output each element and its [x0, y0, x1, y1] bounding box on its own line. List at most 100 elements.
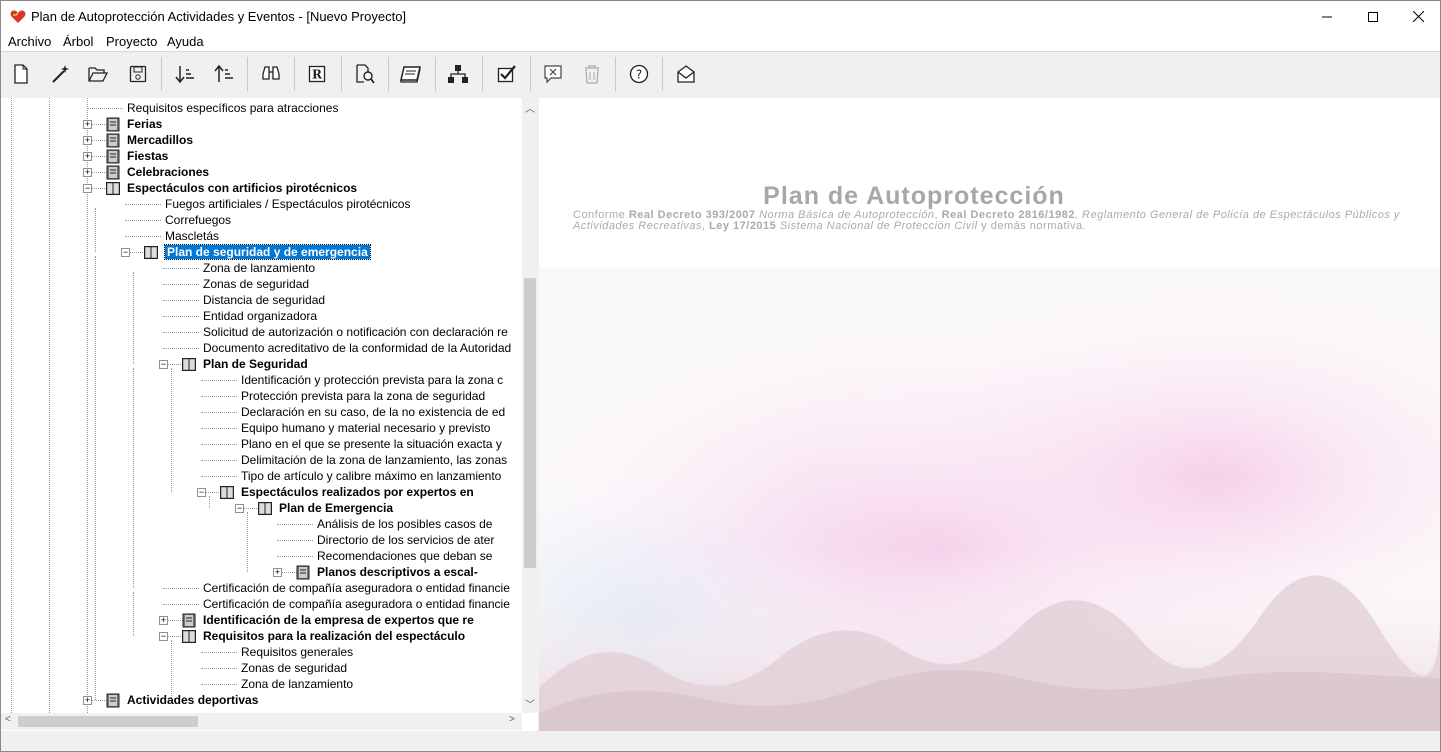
tree-item[interactable]: Equipo humano y material necesario y pre… — [241, 420, 490, 436]
tree-item-label: Declaración en su caso, de la no existen… — [241, 405, 506, 419]
tree-item[interactable]: Zona de lanzamiento — [241, 676, 353, 692]
hierarchy-button[interactable] — [444, 60, 472, 88]
menu-ayuda[interactable]: Ayuda — [167, 34, 204, 49]
menu-archivo[interactable]: Archivo — [8, 34, 51, 49]
tree-item[interactable]: Requisitos para la realización del espec… — [203, 628, 465, 644]
tree-item[interactable]: Requisitos específicos para atracciones — [127, 100, 338, 116]
tree-item[interactable]: Plan de Emergencia — [279, 500, 393, 516]
horizontal-scroll-thumb[interactable] — [18, 716, 198, 727]
tree-item-label: Protección prevista para la zona de segu… — [241, 389, 486, 403]
tree-item[interactable]: Certificación de compañía aseguradora o … — [203, 580, 510, 596]
tree-item-label: Entidad organizadora — [203, 309, 318, 323]
print-preview-icon — [356, 64, 375, 84]
remove-comment-button[interactable] — [539, 60, 567, 88]
collapse-icon[interactable]: − — [235, 504, 244, 513]
book-icon — [400, 66, 421, 83]
tree-item[interactable]: Ferias — [127, 116, 162, 132]
help-button[interactable]: ? — [625, 60, 653, 88]
print-preview-button[interactable] — [351, 60, 379, 88]
tree-item[interactable]: Zona de lanzamiento — [203, 260, 315, 276]
expand-icon[interactable]: + — [83, 152, 92, 161]
new-button[interactable] — [7, 60, 35, 88]
mail-button[interactable] — [672, 60, 700, 88]
tree-item[interactable]: Fuegos artificiales / Espectáculos pirot… — [165, 196, 410, 212]
tree-item[interactable]: Espectáculos con artificios pirotécnicos — [127, 180, 357, 196]
expand-icon[interactable]: + — [159, 616, 168, 625]
tree-item[interactable]: Plan de seguridad y de emergencia — [164, 244, 371, 260]
tree-item[interactable]: Documento acreditativo de la conformidad… — [203, 340, 511, 356]
tree-item[interactable]: Zonas de seguridad — [241, 660, 347, 676]
tree-item[interactable]: Delimitación de la zona de lanzamiento, … — [241, 452, 507, 468]
tree-item-label: Ferias — [127, 117, 163, 131]
scroll-left-icon[interactable]: < — [5, 714, 11, 725]
tree-item[interactable]: Mascletás — [165, 228, 219, 244]
tree-item[interactable]: Plan de Seguridad — [203, 356, 308, 372]
registry-button[interactable]: R — [303, 60, 331, 88]
menu-bar: Archivo Árbol Proyecto Ayuda — [1, 32, 1440, 52]
tree-item[interactable]: Mercadillos — [127, 132, 193, 148]
tree-item[interactable]: Identificación y protección prevista par… — [241, 372, 503, 388]
tree-item[interactable]: Zonas de seguridad — [203, 276, 309, 292]
scroll-up-icon[interactable]: ︿ — [525, 100, 535, 115]
tree-item[interactable]: Análisis de los posibles casos de — [317, 516, 492, 532]
tree-panel[interactable]: Requisitos específicos para atracciones +… — [1, 98, 538, 731]
sort-desc-button[interactable] — [171, 60, 199, 88]
tree-item[interactable]: Correfuegos — [165, 212, 231, 228]
expand-icon[interactable]: + — [273, 568, 282, 577]
minimize-button[interactable] — [1304, 1, 1350, 32]
tree-item[interactable]: Distancia de seguridad — [203, 292, 325, 308]
tree-item[interactable]: Directorio de los servicios de ater — [317, 532, 494, 548]
sort-asc-button[interactable] — [210, 60, 238, 88]
tree-horizontal-scrollbar[interactable]: < > — [1, 713, 522, 730]
delete-button[interactable] — [578, 60, 606, 88]
tree-item[interactable]: Declaración en su caso, de la no existen… — [241, 404, 505, 420]
search-button[interactable] — [257, 60, 285, 88]
vertical-scroll-thumb[interactable] — [524, 278, 536, 568]
tree-item-label: Actividades deportivas — [127, 693, 259, 707]
minimize-icon — [1322, 16, 1332, 17]
collapse-icon[interactable]: − — [159, 632, 168, 641]
tree-vertical-scrollbar[interactable]: ︿ ﹀ — [522, 98, 538, 713]
tree-item[interactable]: Planos descriptivos a escal- — [317, 564, 478, 580]
maximize-button[interactable] — [1350, 1, 1396, 32]
collapse-icon[interactable]: − — [83, 184, 92, 193]
menu-proyecto[interactable]: Proyecto — [106, 34, 157, 49]
tree-item[interactable]: Fiestas — [127, 148, 168, 164]
tree-item-label: Espectáculos con artificios pirotécnicos — [127, 181, 358, 195]
tree-item[interactable]: Plano en el que se presente la situación… — [241, 436, 502, 452]
tree-item[interactable]: Certificación de compañía aseguradora o … — [203, 596, 510, 612]
tree-item[interactable]: Actividades deportivas — [127, 692, 258, 708]
tree-item[interactable]: Entidad organizadora — [203, 308, 317, 324]
tree-item[interactable]: Espectáculos realizados por expertos en — [241, 484, 474, 500]
collapse-icon[interactable]: − — [121, 248, 130, 257]
expand-icon[interactable]: + — [83, 120, 92, 129]
tree-view[interactable]: Requisitos específicos para atracciones +… — [1, 98, 522, 713]
expand-icon[interactable]: + — [83, 168, 92, 177]
wizard-button[interactable] — [46, 60, 74, 88]
collapse-icon[interactable]: − — [159, 360, 168, 369]
collapse-icon[interactable]: − — [197, 488, 206, 497]
scroll-right-icon[interactable]: > — [509, 714, 515, 725]
tree-item-label: Certificación de compañía aseguradora o … — [203, 597, 510, 611]
open-button[interactable] — [84, 60, 112, 88]
tree-item[interactable]: Recomendaciones que deban se — [317, 548, 492, 564]
expand-icon[interactable]: + — [83, 696, 92, 705]
tree-item[interactable]: Celebraciones — [127, 164, 209, 180]
scroll-down-icon[interactable]: ﹀ — [525, 696, 535, 711]
tree-item[interactable]: Solicitud de autorización o notificación… — [203, 324, 508, 340]
tree-item-label: Correfuegos — [165, 213, 232, 227]
closed-book-icon — [106, 693, 120, 708]
menu-arbol[interactable]: Árbol — [63, 34, 93, 49]
tree-item-label: Recomendaciones que deban se — [317, 549, 493, 563]
close-button[interactable] — [1395, 1, 1441, 32]
tree-item[interactable]: Identificación de la empresa de expertos… — [203, 612, 474, 628]
tree-item[interactable]: Tipo de artículo y calibre máximo en lan… — [241, 468, 501, 484]
save-button[interactable] — [124, 60, 152, 88]
tree-item[interactable]: Requisitos generales — [241, 644, 353, 660]
expand-icon[interactable]: + — [83, 136, 92, 145]
tree-item-label: Requisitos para la realización del espec… — [203, 629, 466, 643]
book-button[interactable] — [397, 60, 425, 88]
svg-text:?: ? — [636, 68, 642, 82]
check-button[interactable] — [493, 60, 521, 88]
tree-item[interactable]: Protección prevista para la zona de segu… — [241, 388, 485, 404]
